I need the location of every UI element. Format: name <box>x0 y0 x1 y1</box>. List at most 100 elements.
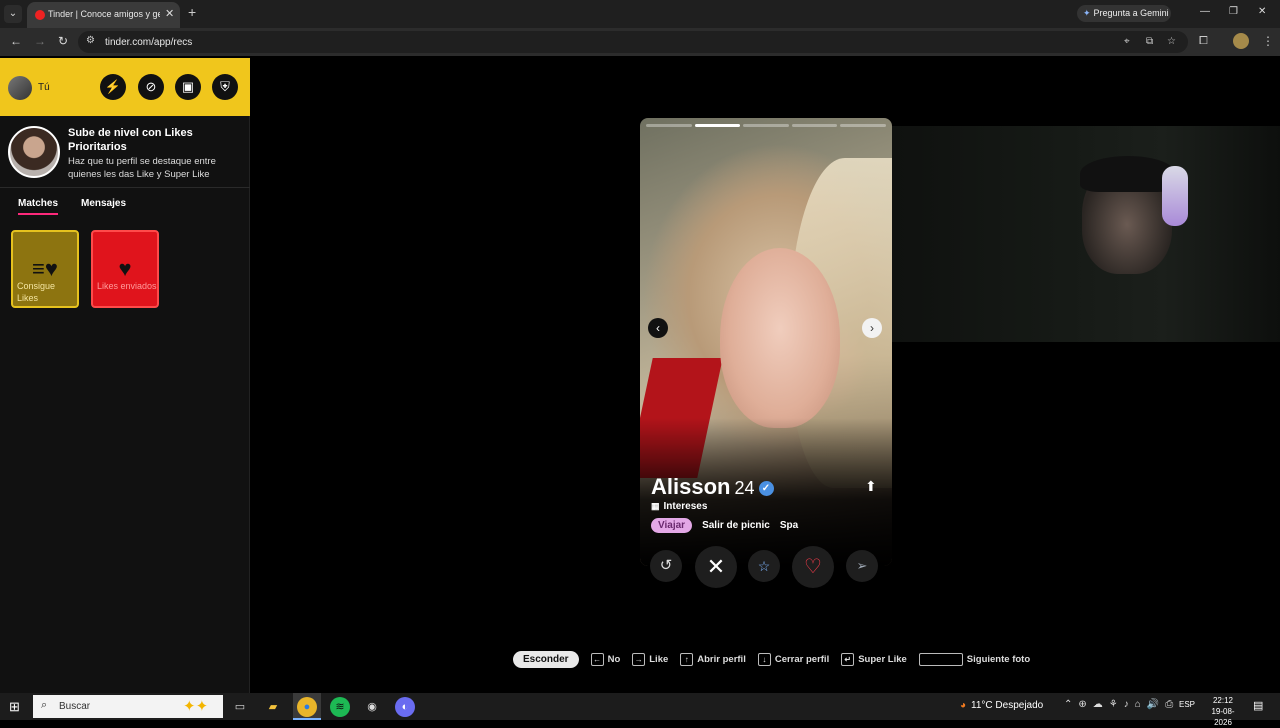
close-x-icon: ✕ <box>706 554 726 579</box>
location-icon[interactable]: ⌖ <box>1124 36 1130 47</box>
interests-heading: ▦ Intereses <box>651 501 707 512</box>
tab-matches[interactable]: Matches <box>18 198 59 215</box>
taskbar-clock[interactable]: 22:12 19-08-2026 <box>1203 695 1243 728</box>
discord-icon[interactable]: ◐ <box>395 697 415 717</box>
notification-center-icon[interactable]: ▤ <box>1253 699 1263 712</box>
new-tab-plus-icon[interactable]: + <box>188 4 196 20</box>
url-text[interactable]: tinder.com/app/recs <box>105 37 192 48</box>
webcam-overlay <box>892 126 1280 342</box>
shortcut-label: Super Like <box>858 653 907 665</box>
windows-start-icon[interactable]: ⊞ <box>9 699 20 715</box>
verified-badge-icon: ✓ <box>758 481 774 496</box>
minimize-window-icon[interactable]: — <box>1200 6 1210 17</box>
shortcut-no: ← No <box>590 652 621 666</box>
close-window-icon[interactable]: ✕ <box>1258 6 1266 17</box>
browser-profile-avatar[interactable] <box>1233 33 1249 49</box>
interest-chip: Spa <box>779 520 799 531</box>
back-arrow-icon[interactable]: ← <box>10 34 22 48</box>
reload-icon[interactable]: ↻ <box>58 34 68 48</box>
tab-mensajes[interactable]: Mensajes <box>81 198 126 213</box>
heart-icon: ♥ <box>118 256 132 281</box>
shortcut-next-photo: Siguiente foto <box>918 652 1031 666</box>
input-language[interactable]: ESP <box>1179 700 1195 709</box>
likes-stack-icon: ≡♥ <box>32 256 58 281</box>
nope-button[interactable]: ✕ <box>695 546 737 588</box>
tinder-favicon-icon <box>35 10 45 20</box>
interests-grid-icon: ▦ <box>651 501 660 511</box>
close-tab-icon[interactable]: ✕ <box>165 7 174 20</box>
previous-photo-chevron-icon[interactable]: ‹ <box>648 318 668 338</box>
likes-sent-label: Likes enviados <box>97 281 157 291</box>
webcam-headset <box>1162 166 1188 226</box>
file-explorer-icon[interactable]: ▰ <box>263 697 283 717</box>
shortcut-label: No <box>607 653 621 665</box>
spotify-icon[interactable]: ≋ <box>330 697 350 717</box>
shortcut-label: Siguiente foto <box>966 653 1031 665</box>
explore-compass-icon[interactable]: ⊘ <box>138 74 164 100</box>
chrome-icon[interactable]: ● <box>297 697 317 717</box>
site-info-icon[interactable]: ⚙ <box>86 35 95 46</box>
next-photo-chevron-icon[interactable]: › <box>862 318 882 338</box>
browser-menu-icon[interactable]: ⋮ <box>1262 34 1274 48</box>
get-likes-tile[interactable]: ≡♥ Consigue Likes <box>11 230 79 308</box>
bookmark-star-icon[interactable]: ☆ <box>1167 36 1176 47</box>
boost-lightning-icon[interactable]: ⚡ <box>100 74 126 100</box>
photo-progress-segment[interactable] <box>791 124 838 127</box>
profile-card[interactable]: ‹ › Alisson 24 ✓ ⬆ ▦ Intereses Viajar Salir… <box>640 118 892 566</box>
interest-chips: Viajar Salir de picnic Spa <box>651 518 798 533</box>
weather-widget[interactable]: ◕ 11°C Despejado <box>960 700 1043 711</box>
clock-date: 19-08-2026 <box>1211 707 1235 727</box>
profile-name-row[interactable]: Alisson 24 ✓ <box>651 474 774 500</box>
likes-sent-tile[interactable]: ♥ Likes enviados <box>91 230 159 308</box>
shortcut-like: → Like <box>632 652 669 666</box>
photo-progress-segment[interactable] <box>840 124 886 127</box>
photo-progress-segment[interactable] <box>646 124 692 127</box>
priority-likes-promo[interactable]: Sube de nivel con Likes Prioritarios Haz… <box>0 116 250 188</box>
get-likes-label: Consigue Likes <box>17 281 56 303</box>
forward-arrow-icon[interactable]: → <box>34 34 46 48</box>
ask-gemini-button[interactable]: ✦ Pregunta a Gemini <box>1077 5 1171 22</box>
browser-toolbar: ← → ↻ ⚙ tinder.com/app/recs ⌖ ⧉ ☆ ⧠ ⋮ <box>0 28 1280 56</box>
profile-age: 24 <box>734 478 755 498</box>
photo-progress-segment[interactable] <box>743 124 789 127</box>
user-avatar[interactable] <box>8 76 32 100</box>
search-highlight-icon: ✦✦ <box>183 698 209 715</box>
safety-shield-icon[interactable]: ⛨ <box>212 74 238 100</box>
open-profile-arrow-icon[interactable]: ⬆ <box>865 478 877 495</box>
user-name[interactable]: Tú <box>38 82 50 93</box>
address-bar[interactable]: ⚙ tinder.com/app/recs ⌖ ⧉ ☆ <box>78 31 1188 53</box>
shortcut-label: Like <box>649 653 669 665</box>
windows-taskbar: ⊞ ⌕ Buscar ✦✦ ▭ ▰ ● ≋ ◉ ◐ ◕ 11°C Despejad… <box>0 693 1280 727</box>
browser-tab-tinder[interactable]: Tinder | Conoce amigos y gente ✕ <box>27 2 180 28</box>
task-view-icon[interactable]: ▭ <box>230 697 250 717</box>
taskbar-search-box[interactable]: ⌕ Buscar ✦✦ <box>33 695 223 718</box>
hide-shortcuts-button[interactable]: Esconder <box>513 650 579 668</box>
main-area: ‹ › Alisson 24 ✓ ⬆ ▦ Intereses Viajar Salir… <box>250 58 1280 693</box>
shortcut-close-profile: ↓ Cerrar perfil <box>757 652 829 666</box>
shortcut-super-like: ↵ Super Like <box>841 652 907 666</box>
star-icon: ☆ <box>757 558 771 574</box>
restore-window-icon[interactable]: ❐ <box>1229 6 1238 17</box>
weather-icon: ◕ <box>960 700 967 711</box>
space-key-icon <box>918 652 963 666</box>
down-arrow-key-icon: ↓ <box>757 652 771 666</box>
super-like-button[interactable]: ☆ <box>748 550 780 582</box>
rewind-button[interactable]: ↺ <box>650 550 682 582</box>
weather-text: 11°C Despejado <box>971 700 1044 711</box>
obs-icon[interactable]: ◉ <box>362 697 382 717</box>
cast-icon[interactable]: ⧉ <box>1146 36 1153 47</box>
tab-search-chevron-icon[interactable]: ⌄ <box>4 5 22 23</box>
boost-button[interactable]: ➢ <box>846 550 878 582</box>
interest-chip: Viajar <box>651 518 693 533</box>
left-arrow-key-icon: ← <box>590 652 604 666</box>
heart-outline-icon: ♡ <box>804 556 822 578</box>
work-briefcase-icon[interactable]: ▣ <box>175 74 201 100</box>
right-arrow-key-icon: → <box>632 652 646 666</box>
photo-progress-segment[interactable] <box>694 124 741 127</box>
search-placeholder: Buscar <box>59 701 91 712</box>
like-button[interactable]: ♡ <box>792 546 834 588</box>
shortcut-open-profile: ↑ Abrir perfil <box>680 652 746 666</box>
system-tray-icons[interactable]: ⌃⊕☁⚘♪⌂🔊⎙ <box>1064 699 1179 710</box>
extensions-puzzle-icon[interactable]: ⧠ <box>1199 35 1208 48</box>
up-arrow-key-icon: ↑ <box>680 652 694 666</box>
